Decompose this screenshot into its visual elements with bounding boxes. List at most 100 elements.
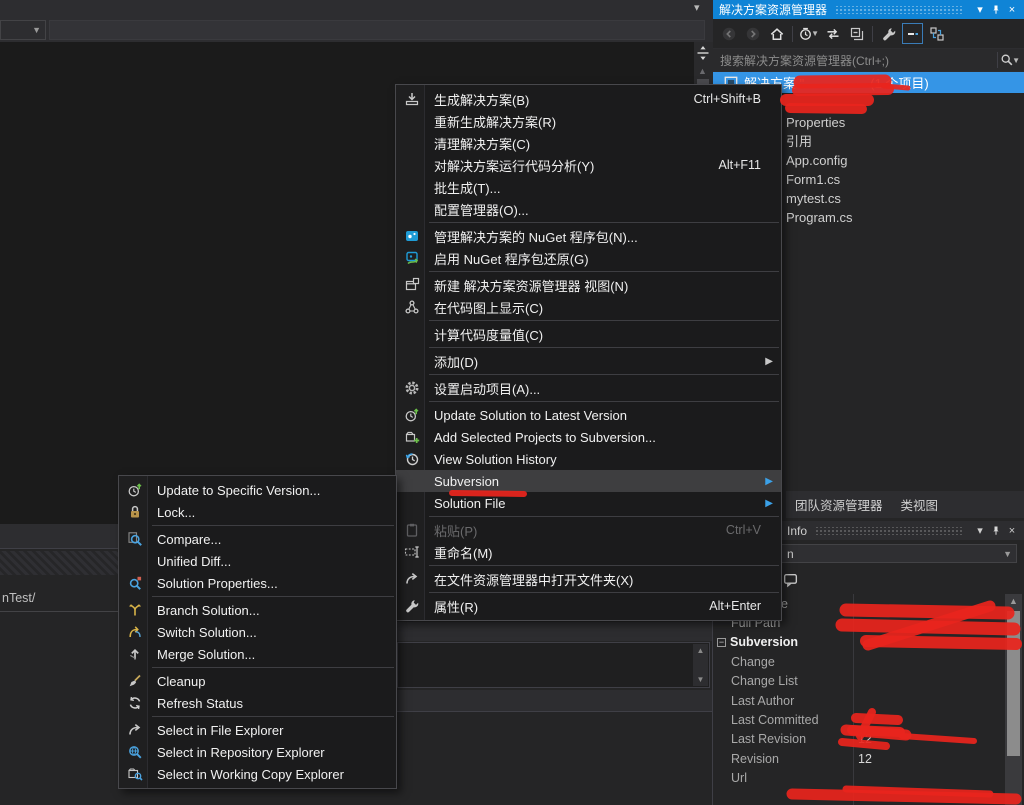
partial-url-text: nTest/ (2, 591, 35, 605)
comment-icon[interactable] (782, 571, 799, 588)
menu-item-refresh-status[interactable]: Refresh Status (119, 692, 396, 714)
scrollbar-down-icon[interactable]: ▼ (697, 675, 705, 684)
property-row-last-author[interactable]: Last Author (713, 691, 1005, 710)
sync-active-document-button[interactable] (926, 23, 947, 44)
menu-item-new-explorer-view[interactable]: 新建 解决方案资源管理器 视图(N) (396, 274, 781, 296)
window-position-icon[interactable]: ▾ (972, 524, 988, 537)
comment-textbox[interactable]: ▲▼ (397, 642, 710, 688)
property-label: Last Author (713, 694, 853, 708)
menu-item-label: 新建 解决方案资源管理器 视图(N) (434, 276, 761, 295)
menu-item-cleanup[interactable]: Cleanup (119, 670, 396, 692)
solution-explorer-header[interactable]: 解决方案资源管理器 ▾ × (713, 0, 1024, 19)
mini-scrollbar[interactable]: ▲▼ (693, 644, 708, 686)
new-view-icon (404, 277, 420, 293)
menu-item-rename[interactable]: 重命名(M) (396, 541, 781, 563)
property-row-change-list[interactable]: Change List (713, 672, 1005, 691)
open-folder-icon (404, 571, 420, 587)
menu-item-configuration-manager[interactable]: 配置管理器(O)... (396, 198, 781, 220)
properties-grid: File NameFull Path−SubversionChangeChang… (713, 594, 1005, 805)
menu-item-solution-file[interactable]: Solution File▶ (396, 492, 781, 514)
menu-item-view-solution-history[interactable]: View Solution History (396, 448, 781, 470)
menu-item-show-on-code-map[interactable]: 在代码图上显示(C) (396, 296, 781, 318)
search-box[interactable]: 搜索解决方案资源管理器(Ctrl+;) ▼ (713, 48, 1024, 72)
property-row-change[interactable]: Change (713, 652, 1005, 671)
splitter-grip-icon[interactable] (695, 45, 711, 61)
property-row-last-committed[interactable]: Last Committed (713, 710, 1005, 729)
menu-item-branch-solution[interactable]: Branch Solution... (119, 599, 396, 621)
history-icon (404, 451, 420, 467)
grid-divider (853, 594, 854, 805)
scrollbar-up-icon[interactable]: ▲ (1005, 596, 1022, 606)
menu-item-update-solution-latest[interactable]: Update Solution to Latest Version (396, 404, 781, 426)
vs-ide-screen: ▾ ▼ ▲ nTest/ ▲▼ 解决方案资源管理器 ▾ × ▼ (0, 0, 1024, 805)
back-button[interactable] (718, 23, 739, 44)
lock-icon (127, 504, 143, 520)
menu-item-properties[interactable]: 属性(R)Alt+Enter (396, 595, 781, 617)
menu-item-run-code-analysis[interactable]: 对解决方案运行代码分析(Y)Alt+F11 (396, 154, 781, 176)
menu-item-add-projects-to-subversion[interactable]: Add Selected Projects to Subversion... (396, 426, 781, 448)
menu-item-enable-nuget-restore[interactable]: 启用 NuGet 程序包还原(G) (396, 247, 781, 269)
property-row-url[interactable]: Url (713, 769, 1005, 788)
menu-separator (152, 716, 394, 717)
refresh-button[interactable] (822, 23, 843, 44)
chevron-down-icon: ▼ (32, 25, 41, 35)
menu-item-batch-build[interactable]: 批生成(T)... (396, 176, 781, 198)
menu-item-merge-solution[interactable]: Merge Solution... (119, 643, 396, 665)
menu-item-switch-solution[interactable]: Switch Solution... (119, 621, 396, 643)
menu-item-label: Update to Specific Version... (157, 483, 376, 498)
panel-strip (397, 622, 712, 641)
scrollbar-up-icon[interactable]: ▲ (697, 646, 705, 655)
collapse-minus-icon[interactable]: − (717, 638, 726, 647)
forward-button[interactable] (742, 23, 763, 44)
menu-item-shortcut: Ctrl+V (726, 523, 761, 537)
top-toolbar-strip: ▾ (0, 0, 713, 17)
pending-changes-filter-button[interactable]: ▼ (798, 23, 819, 44)
open-folder-icon (127, 722, 143, 738)
menu-separator (429, 347, 779, 348)
menu-item-manage-nuget[interactable]: 管理解决方案的 NuGet 程序包(N)... (396, 225, 781, 247)
menu-item-set-startup-projects[interactable]: 设置启动项目(A)... (396, 377, 781, 399)
menu-item-build-solution[interactable]: 生成解决方案(B)Ctrl+Shift+B (396, 88, 781, 110)
preview-selected-button[interactable] (902, 23, 923, 44)
window-position-icon[interactable]: ▾ (972, 3, 988, 16)
close-icon[interactable]: × (1004, 4, 1020, 16)
scrollbar-up-icon[interactable]: ▲ (698, 66, 707, 76)
property-row-last-revision[interactable]: Last Revision12 (713, 730, 1005, 749)
pin-icon[interactable] (988, 524, 1004, 536)
build-icon (402, 91, 422, 107)
toolbar-combobox[interactable]: ▼ (0, 20, 46, 40)
menu-item-solution-properties[interactable]: Solution Properties... (119, 572, 396, 594)
menu-item-compare[interactable]: Compare... (119, 528, 396, 550)
collapse-all-button[interactable] (846, 23, 867, 44)
toolbar-separator (872, 26, 873, 42)
home-button[interactable] (766, 23, 787, 44)
menu-item-subversion[interactable]: Subversion▶ (396, 470, 781, 492)
refresh-status-icon (127, 695, 143, 711)
menu-item-clean-solution[interactable]: 清理解决方案(C) (396, 132, 781, 154)
chevron-down-icon[interactable]: ▼ (1012, 56, 1020, 65)
menu-item-rebuild-solution[interactable]: 重新生成解决方案(R) (396, 110, 781, 132)
close-icon[interactable]: × (1004, 525, 1020, 537)
menu-item-open-folder-in-explorer[interactable]: 在文件资源管理器中打开文件夹(X) (396, 568, 781, 590)
properties-wrench-button[interactable] (878, 23, 899, 44)
grid-scrollbar[interactable]: ▲ (1005, 594, 1022, 805)
tab-类视图[interactable]: 类视图 (892, 490, 948, 519)
menu-item-select-in-file-explorer[interactable]: Select in File Explorer (119, 719, 396, 741)
solution-props-icon (127, 575, 143, 591)
property-row-revision[interactable]: Revision12 (713, 749, 1005, 768)
paste-icon (404, 522, 420, 538)
menu-separator (429, 565, 779, 566)
toolbar-overflow-chevron-icon[interactable]: ▾ (694, 1, 700, 14)
scrollbar-thumb[interactable] (1007, 611, 1020, 756)
tab-团队资源管理器[interactable]: 团队资源管理器 (786, 490, 892, 519)
menu-item-select-in-working-copy-explorer[interactable]: Select in Working Copy Explorer (119, 763, 396, 785)
menu-item-select-in-repository-explorer[interactable]: Select in Repository Explorer (119, 741, 396, 763)
menu-item-add[interactable]: 添加(D)▶ (396, 350, 781, 372)
pin-icon[interactable] (988, 3, 1004, 15)
menu-item-unified-diff[interactable]: Unified Diff... (119, 550, 396, 572)
chevron-down-icon: ▼ (811, 29, 819, 38)
menu-item-update-specific-version[interactable]: Update to Specific Version... (119, 479, 396, 501)
menu-item-lock[interactable]: Lock... (119, 501, 396, 523)
menu-item-calculate-code-metrics[interactable]: 计算代码度量值(C) (396, 323, 781, 345)
property-row-subversion[interactable]: −Subversion (713, 633, 1005, 652)
